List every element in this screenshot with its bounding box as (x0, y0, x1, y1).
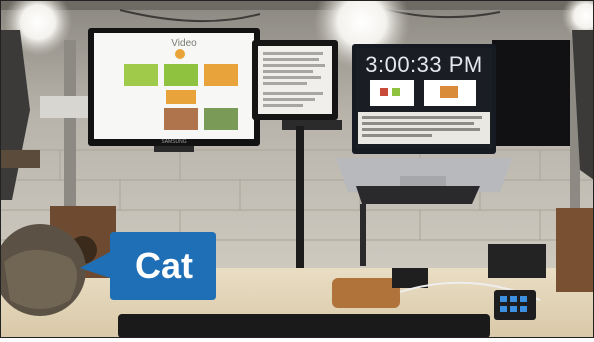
teleprompter-screen (258, 46, 332, 114)
ceiling-pipe (0, 0, 594, 10)
teleprompter-bar (282, 120, 342, 130)
laptop-stand (356, 186, 480, 204)
laptop-screen-panel-mark (380, 88, 388, 96)
left-monitor-tile (166, 90, 196, 104)
left-monitor-tile (124, 64, 158, 86)
right-back-monitor (492, 40, 574, 146)
left-shelf (0, 150, 40, 168)
laptop-screen-panel-mark (392, 88, 400, 96)
left-monitor-tile (204, 108, 238, 130)
left-monitor-tile (164, 108, 198, 130)
wood-tray (332, 278, 400, 308)
black-tray (392, 268, 428, 288)
left-wall-bracket (40, 96, 90, 118)
camera-pole (296, 126, 304, 276)
desk-device (488, 244, 546, 278)
laptop-screen-panel-mark (440, 86, 458, 98)
right-speaker (556, 208, 594, 292)
photo-scene (0, 0, 594, 338)
cat-fur (4, 249, 77, 309)
stream-deck (494, 290, 536, 320)
keyboard (118, 314, 490, 338)
left-monitor-stand (154, 146, 194, 152)
left-monitor-tile (204, 64, 238, 86)
left-monitor-tile (124, 90, 158, 112)
scene-svg (0, 0, 594, 338)
laptop-stand-leg (360, 204, 366, 266)
left-monitor-icon (175, 49, 185, 59)
left-monitor-tile (164, 64, 198, 86)
